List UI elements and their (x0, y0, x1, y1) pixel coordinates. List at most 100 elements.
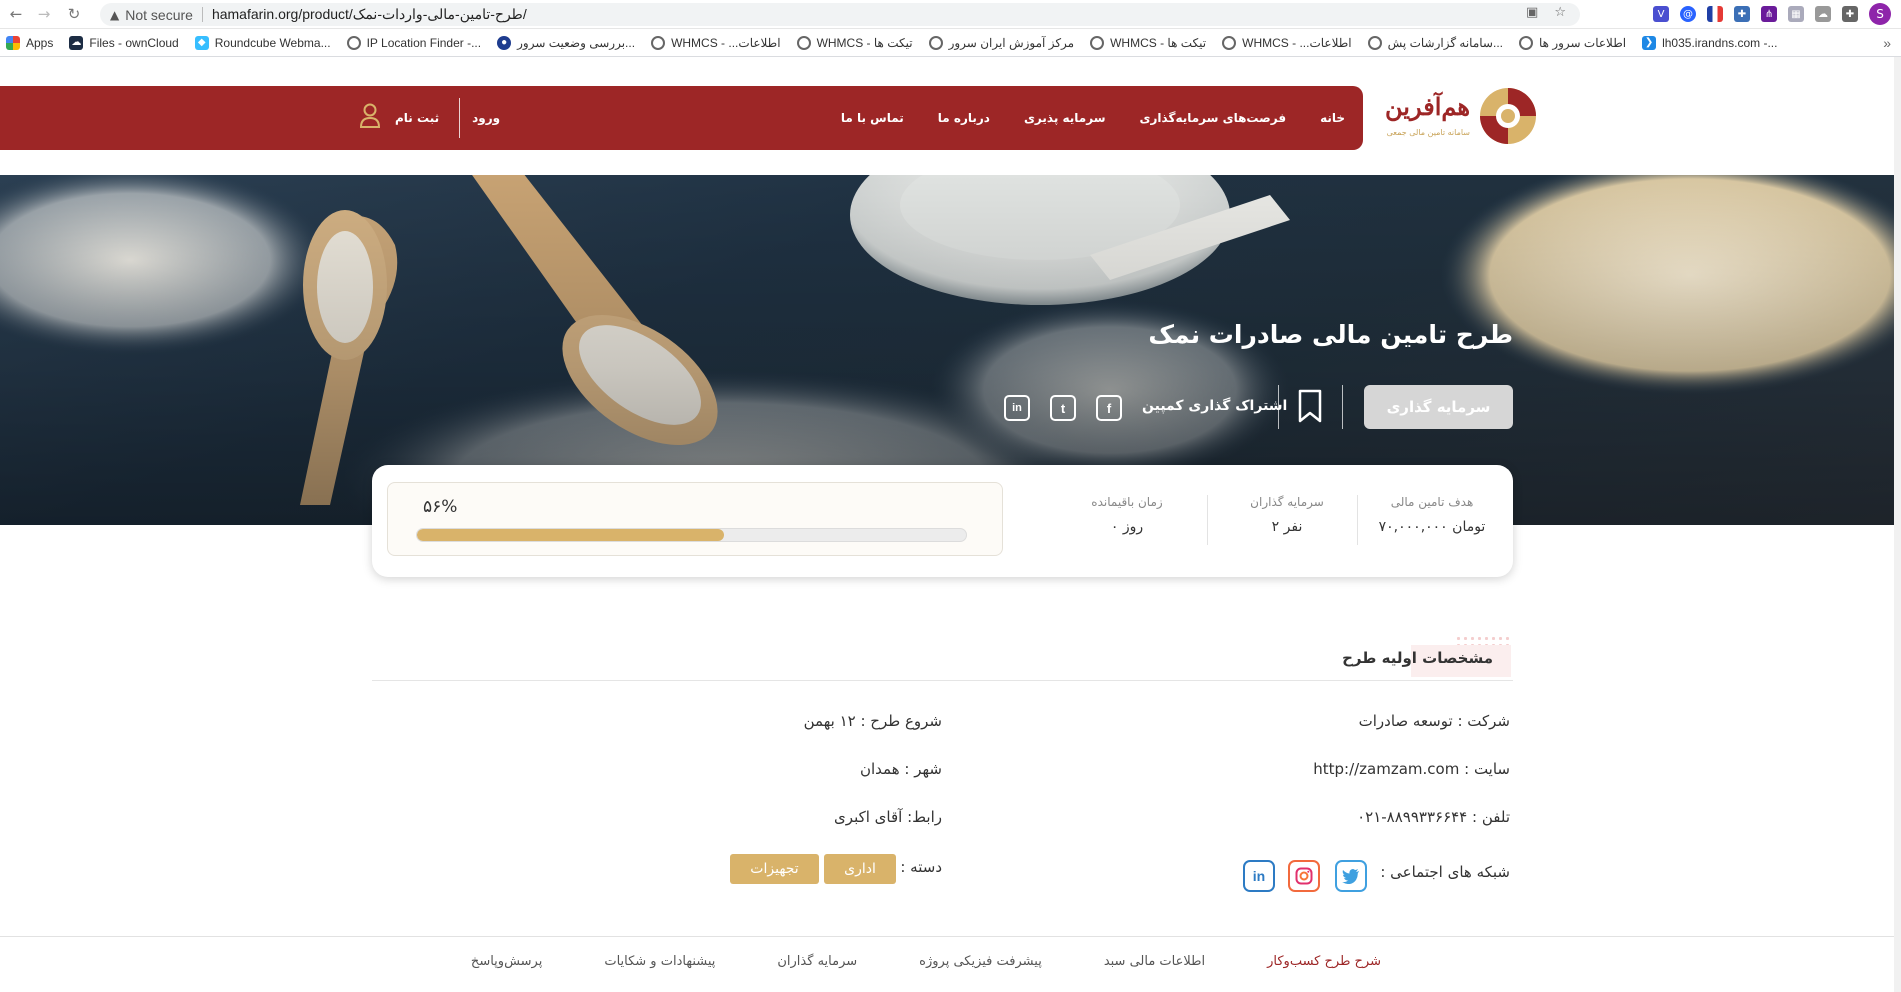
bookmark-irandns[interactable]: ❯ lh035.irandns.com -... (1642, 35, 1778, 50)
spec-contact: رابط: آقای اکبری (834, 808, 942, 826)
server-globe-icon: ● (497, 35, 512, 50)
spec-key: شهر : (904, 760, 942, 778)
login-link[interactable]: ورود (472, 111, 500, 125)
tabs-divider (0, 936, 1894, 937)
nav-contact[interactable]: تماس با ما (841, 111, 904, 125)
spec-social: شبکه های اجتماعی : (1380, 863, 1510, 881)
extensions-puzzle-icon[interactable]: ✚ (1842, 6, 1858, 22)
spec-key: رابط: (907, 808, 942, 826)
tab-physical-progress[interactable]: پیشرفت فیزیکی پروژه (919, 954, 1042, 969)
star-bookmark-icon[interactable]: ☆ (1554, 5, 1566, 20)
bookmark-label: بررسی وضعیت سرور... (517, 35, 636, 50)
facebook-icon[interactable]: f (1096, 395, 1122, 421)
extension-image-icon[interactable]: ▦ (1788, 6, 1804, 22)
stat-label: هدف تامین مالی (1390, 495, 1474, 509)
spec-key: شروع طرح : (860, 712, 942, 730)
reload-icon[interactable]: ↻ (64, 4, 84, 24)
brand-emblem-icon (1479, 86, 1537, 146)
extensions-area: V @ ✚ ⋔ ▦ ☁ ✚ S (1653, 3, 1891, 25)
url-text[interactable]: hamafarin.org/product/طرح-تامین-مالی-وار… (212, 6, 527, 23)
website-link[interactable]: http://zamzam.com (1313, 760, 1459, 778)
twitter-icon[interactable] (1335, 860, 1367, 892)
extension-flag-icon[interactable] (1707, 6, 1723, 22)
bookmark-whmcs-tickets-2[interactable]: WHMCS - تیکت ها (1090, 35, 1206, 50)
globe-icon (1519, 35, 1533, 50)
page-scrollbar[interactable] (1894, 57, 1901, 992)
warning-triangle-icon[interactable]: ▲ (110, 8, 119, 22)
omnibox-divider (201, 7, 203, 22)
globe-icon (1090, 35, 1105, 50)
bookmark-label: lh035.irandns.com -... (1662, 35, 1778, 50)
bookmark-server-info[interactable]: اطلاعات سرور ها (1519, 35, 1626, 50)
bookmark-iranserver-training[interactable]: مرکز آموزش ایران سرور (928, 35, 1075, 50)
spec-value: توسعه صادرات (1358, 712, 1453, 730)
user-icon[interactable] (359, 103, 381, 133)
irandns-icon: ❯ (1642, 35, 1657, 50)
brand-tagline: سامانه تامین مالی جمعی (1386, 128, 1470, 137)
back-arrow-icon[interactable]: ← (6, 4, 26, 24)
tab-investors[interactable]: سرمایه گذاران (777, 954, 857, 969)
bookmark-roundcube[interactable]: ◆ Roundcube Webma... (194, 35, 331, 50)
address-bar[interactable]: ▲ Not secure hamafarin.org/product/طرح-ت… (100, 3, 1580, 26)
stat-value: ۷۰,۰۰۰,۰۰۰ تومان (1378, 519, 1486, 535)
progress-fill (417, 529, 725, 541)
bookmark-label: مرکز آموزش ایران سرور (948, 35, 1075, 50)
forward-arrow-icon[interactable]: → (34, 4, 54, 24)
bookmark-icon[interactable] (1298, 389, 1322, 427)
spec-city: شهر : همدان (860, 760, 942, 778)
section-header: مشخصات اولیه طرح (1342, 635, 1511, 685)
extension-puzzle-blue-icon[interactable]: ✚ (1734, 6, 1750, 22)
category-tag[interactable]: اداری (824, 854, 896, 884)
bookmark-whmcs-info-2[interactable]: WHMCS - ...اطلاعات (1222, 35, 1352, 50)
bookmark-whmcs-tickets-1[interactable]: WHMCS - تیکت ها (796, 35, 913, 50)
nav-fundraising[interactable]: سرمایه پذیری (1024, 111, 1106, 125)
extension-cloud-icon[interactable]: ☁ (1815, 6, 1831, 22)
funding-progress: ۵۶% (387, 482, 1003, 556)
bookmarks-overflow-icon[interactable]: » (1883, 35, 1891, 51)
globe-icon (796, 35, 811, 50)
site-nav-bar: خانه فرصت‌های سرمایه‌گذاری سرمایه پذیری … (0, 86, 1363, 150)
translate-icon[interactable]: ▣ (1526, 5, 1538, 20)
spec-website: سایت : http://zamzam.com (1313, 760, 1510, 778)
bookmark-ip-location[interactable]: IP Location Finder -... (346, 35, 481, 50)
bookmark-whmcs-info-1[interactable]: WHMCS - ...اطلاعات (651, 35, 781, 50)
extension-network-icon[interactable]: ⋔ (1761, 6, 1777, 22)
owncloud-icon: ☁ (69, 35, 84, 50)
detail-tabs: شرح طرح کسب‌وکار اطلاعات مالی سبد پیشرفت… (409, 954, 1381, 969)
auth-links: ثبت نام ورود (345, 86, 500, 150)
brand-logo[interactable]: هم‌آفرین سامانه تامین مالی جمعی (1378, 86, 1538, 150)
twitter-icon[interactable]: t (1050, 395, 1076, 421)
linkedin-icon[interactable]: in (1004, 395, 1030, 421)
linkedin-icon[interactable]: in (1243, 860, 1275, 892)
bookmark-label: Apps (26, 35, 54, 50)
globe-icon (1367, 35, 1382, 50)
instagram-icon[interactable] (1288, 860, 1320, 892)
spec-start-date: شروع طرح : ۱۲ بهمن (804, 712, 942, 730)
bookmark-label: WHMCS - تیکت ها (816, 35, 913, 50)
extension-v-icon[interactable]: V (1653, 6, 1669, 22)
spec-value: ۰۲۱-۸۸۹۹۳۳۶۶۴۴ (1357, 808, 1468, 826)
tab-business-plan[interactable]: شرح طرح کسب‌وکار (1267, 954, 1381, 969)
bookmark-apps[interactable]: Apps (6, 35, 54, 50)
bookmark-owncloud[interactable]: ☁ Files - ownCloud (69, 35, 179, 50)
invest-button[interactable]: سرمایه گذاری (1364, 385, 1513, 429)
bookmark-server-status[interactable]: ● بررسی وضعیت سرور... (497, 35, 636, 50)
nav-home[interactable]: خانه (1320, 111, 1345, 125)
campaign-title: طرح تامین مالی صادرات نمک (1148, 320, 1513, 349)
profile-avatar[interactable]: S (1869, 3, 1891, 25)
extension-at-icon[interactable]: @ (1680, 6, 1696, 22)
tab-financial-info[interactable]: اطلاعات مالی سبد (1104, 954, 1205, 969)
tab-suggestions-complaints[interactable]: پیشنهادات و شکایات (604, 954, 715, 969)
main-nav: خانه فرصت‌های سرمایه‌گذاری سرمایه پذیری … (841, 86, 1345, 150)
bookmark-reports[interactable]: سامانه گزارشات پش... (1367, 35, 1503, 50)
tab-faq[interactable]: پرسش‌وپاسخ (471, 954, 542, 969)
security-status[interactable]: Not secure (125, 7, 193, 23)
apps-grid-icon (6, 35, 20, 50)
stat-divider (1207, 495, 1208, 545)
bookmark-label: WHMCS - ...اطلاعات (671, 35, 781, 50)
nav-about[interactable]: درباره ما (938, 111, 990, 125)
spec-phone: تلفن : ۰۲۱-۸۸۹۹۳۳۶۶۴۴ (1357, 808, 1510, 826)
register-link[interactable]: ثبت نام (395, 111, 439, 125)
category-tag[interactable]: تجهیزات (730, 854, 819, 884)
nav-investment-opportunities[interactable]: فرصت‌های سرمایه‌گذاری (1140, 111, 1287, 125)
